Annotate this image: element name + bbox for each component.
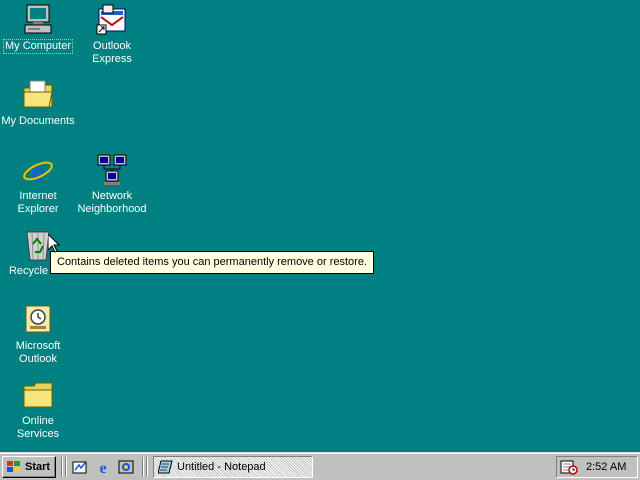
folder-icon — [23, 382, 53, 408]
channels-icon — [118, 460, 134, 474]
desktop-icon-my-documents[interactable]: My Documents — [0, 78, 76, 128]
internet-explorer-icon: e — [23, 155, 53, 187]
quick-launch-channels[interactable] — [116, 458, 136, 476]
quick-launch-internet-explorer[interactable]: e — [93, 458, 113, 476]
notepad-icon — [158, 460, 173, 474]
quick-launch-show-desktop[interactable] — [70, 458, 90, 476]
desktop-icon-label: Microsoft Outlook — [15, 340, 61, 365]
desktop-icon-network-neighborhood[interactable]: Network Neighborhood — [74, 153, 150, 216]
network-icon — [97, 154, 127, 185]
start-button[interactable]: Start — [2, 456, 56, 478]
mouse-pointer-icon — [48, 234, 60, 253]
desktop-icon-outlook-express[interactable]: Outlook Express — [74, 3, 150, 66]
taskbar: Start e Untitled - Notepad 2:52 AM — [0, 452, 640, 480]
svg-text:e: e — [31, 155, 44, 187]
show-desktop-icon — [72, 461, 87, 474]
scheduler-icon[interactable] — [560, 459, 578, 475]
system-tray: 2:52 AM — [556, 456, 638, 478]
outlook-express-icon — [96, 4, 126, 35]
folder-documents-icon — [23, 80, 53, 108]
windows-logo-icon — [7, 461, 20, 472]
desktop-icon-internet-explorer[interactable]: e Internet Explorer — [0, 153, 76, 216]
microsoft-outlook-icon — [25, 305, 51, 333]
start-button-label: Start — [25, 461, 51, 473]
desktop-icon-online-services[interactable]: Online Services — [0, 378, 76, 441]
desktop-icon-label: My Computer — [2, 39, 74, 54]
taskbar-button-notepad[interactable]: Untitled - Notepad — [153, 456, 313, 478]
desktop-icon-label: Network Neighborhood — [77, 190, 147, 215]
computer-icon — [24, 4, 52, 34]
desktop[interactable]: My Computer Outlook Express My Documents… — [0, 0, 640, 452]
taskbar-separator — [61, 457, 63, 477]
taskbar-separator — [142, 457, 144, 477]
taskbar-separator — [65, 457, 67, 477]
desktop-icon-my-computer[interactable]: My Computer — [0, 3, 76, 54]
taskbar-button-label: Untitled - Notepad — [177, 461, 266, 473]
taskbar-separator — [146, 457, 148, 477]
desktop-icon-label: Online Services — [16, 415, 60, 440]
internet-explorer-icon: e — [99, 460, 106, 475]
desktop-icon-label: My Documents — [1, 115, 75, 127]
desktop-icon-label: Outlook Express — [92, 40, 132, 65]
taskbar-clock[interactable]: 2:52 AM — [586, 461, 626, 473]
desktop-icon-label: Internet Explorer — [17, 190, 59, 215]
desktop-icon-microsoft-outlook[interactable]: Microsoft Outlook — [0, 303, 76, 366]
recycle-bin-tooltip: Contains deleted items you can permanent… — [50, 251, 374, 274]
svg-text:e: e — [99, 460, 106, 475]
